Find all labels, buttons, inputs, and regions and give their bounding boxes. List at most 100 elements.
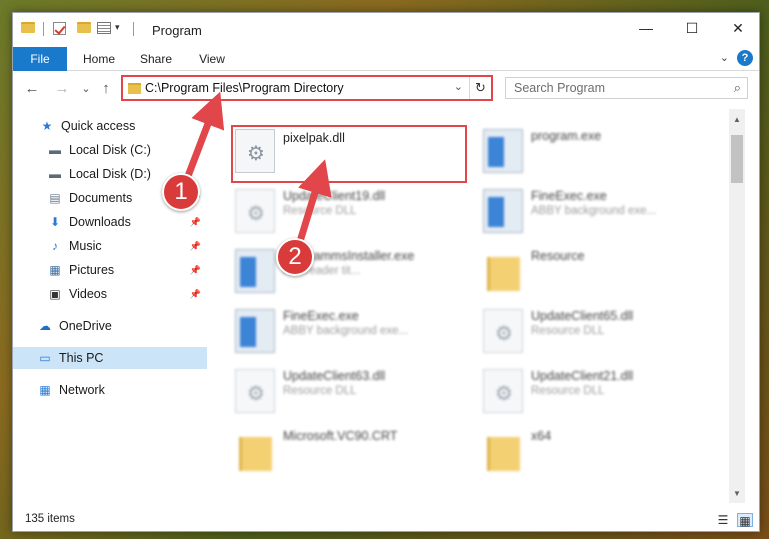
title-bar: ▾ Program — ☐ ✕ [13, 13, 759, 47]
new-folder-icon[interactable] [77, 22, 91, 33]
tab-share[interactable]: Share [133, 47, 179, 71]
file-item[interactable]: UpdateClient21.dll Resource DLL [479, 365, 717, 421]
refresh-button[interactable]: ↻ [469, 77, 491, 99]
cloud-icon: ☁ [39, 319, 51, 333]
dll-file-icon [235, 369, 275, 413]
tab-home[interactable]: Home [77, 47, 121, 71]
file-name: program.exe [531, 129, 602, 143]
sidebar-item-label: Local Disk (D:) [69, 167, 151, 181]
details-view-icon[interactable]: ☰ [715, 513, 731, 527]
address-bar[interactable]: C:\Program Files\Program Directory ⌄ ↻ [121, 75, 493, 101]
file-name: x64 [531, 429, 552, 443]
qa-customize-dropdown[interactable]: ▾ [115, 22, 120, 33]
search-icon[interactable]: ⌕ [734, 80, 741, 96]
sidebar-item-label: Music [69, 239, 102, 253]
file-name: UpdateClient63.dll [283, 369, 386, 383]
exe-file-icon [483, 189, 523, 233]
network-icon: ▦ [39, 383, 51, 397]
large-icons-view-icon[interactable]: ▦ [737, 513, 753, 528]
recent-locations-button[interactable]: ⌄ [75, 77, 97, 99]
file-item[interactable]: x64 [479, 425, 717, 481]
sidebar-item-videos[interactable]: ▣ Videos 📌 [13, 283, 207, 305]
explorer-window: ▾ Program — ☐ ✕ File Home Share View ⌄ ?… [12, 12, 760, 532]
file-description: Resource DLL [531, 385, 605, 397]
sidebar-item-quick-access[interactable]: ★ Quick access [13, 115, 207, 137]
sidebar-item-label: Downloads [69, 215, 131, 229]
computer-icon: ▭ [39, 351, 51, 365]
video-icon: ▣ [49, 287, 61, 301]
forward-button[interactable]: → [51, 77, 73, 99]
step-badge-2: 2 [276, 238, 314, 276]
file-item[interactable]: UpdateClient65.dll Resource DLL [479, 305, 717, 361]
back-button[interactable]: ← [21, 77, 43, 99]
close-button[interactable]: ✕ [715, 13, 761, 43]
sidebar-item-local-disk-c[interactable]: ▬ Local Disk (C:) [13, 139, 207, 161]
up-button[interactable]: ↑ [95, 77, 117, 99]
sidebar-item-label: Network [59, 383, 105, 397]
address-dropdown-icon[interactable]: ⌄ [454, 80, 463, 93]
file-description: ABBY background exe... [283, 325, 409, 337]
vertical-scrollbar[interactable]: ▲ ▼ [729, 109, 745, 503]
sidebar-item-label: Documents [69, 191, 133, 205]
help-icon[interactable]: ? [737, 50, 753, 66]
file-item[interactable]: FineExec.exe ABBY background exe... [231, 305, 469, 361]
ribbon-expand-icon[interactable]: ⌄ [720, 51, 729, 64]
scroll-down-icon[interactable]: ▼ [733, 489, 741, 498]
file-item[interactable]: UpdateClient63.dll Resource DLL [231, 365, 469, 421]
scroll-up-icon[interactable]: ▲ [733, 115, 741, 124]
sidebar-item-music[interactable]: ♪ Music 📌 [13, 235, 207, 257]
file-name: Resource [531, 249, 585, 263]
folder-icon [235, 429, 275, 473]
scroll-thumb[interactable] [731, 135, 743, 183]
music-icon: ♪ [52, 239, 58, 253]
address-path[interactable]: C:\Program Files\Program Directory [145, 81, 344, 95]
dll-file-icon [483, 369, 523, 413]
file-item[interactable]: ProgrammsInstaller.exe Finereader tit... [231, 245, 469, 301]
folder-icon [483, 429, 523, 473]
navigation-pane: ★ Quick access ▬ Local Disk (C:) ▬ Local… [13, 109, 209, 503]
properties-icon[interactable] [97, 22, 111, 34]
file-description: Resource DLL [283, 205, 357, 217]
sidebar-item-this-pc[interactable]: ▭ This PC [13, 347, 207, 369]
documents-icon: ▤ [49, 191, 61, 205]
file-item[interactable]: FineExec.exe ABBY background exe... [479, 185, 717, 241]
sidebar-item-network[interactable]: ▦ Network [13, 379, 207, 401]
star-icon: ★ [41, 119, 53, 133]
pin-icon[interactable]: 📌 [190, 265, 201, 276]
search-box[interactable]: ⌕ [505, 77, 748, 99]
drive-icon: ▬ [49, 143, 61, 157]
file-list: pixelpak.dll program.exe UpdateClient19.… [209, 109, 745, 503]
sidebar-item-onedrive[interactable]: ☁ OneDrive [13, 315, 207, 337]
file-name: Microsoft.VC90.CRT [283, 429, 398, 443]
sidebar-item-pictures[interactable]: ▦ Pictures 📌 [13, 259, 207, 281]
search-input[interactable] [506, 78, 716, 98]
tab-view[interactable]: View [191, 47, 233, 71]
qa-separator [43, 22, 44, 36]
file-name: FineExec.exe [531, 189, 607, 203]
window-title: Program [152, 23, 202, 38]
tab-file[interactable]: File [13, 47, 67, 71]
sidebar-item-label: Pictures [69, 263, 115, 277]
pin-icon[interactable]: 📌 [190, 241, 201, 252]
sidebar-item-downloads[interactable]: ⬇ Downloads 📌 [13, 211, 207, 233]
pin-icon[interactable]: 📌 [190, 289, 201, 300]
pictures-icon: ▦ [49, 263, 61, 277]
file-description: ABBY background exe... [531, 205, 657, 217]
navigation-bar: ← → ⌄ ↑ C:\Program Files\Program Directo… [13, 71, 759, 105]
dll-file-icon [235, 189, 275, 233]
file-item[interactable]: Microsoft.VC90.CRT [231, 425, 469, 481]
sidebar-item-label: Videos [69, 287, 107, 301]
minimize-button[interactable]: — [623, 13, 669, 43]
folder-icon [483, 249, 523, 293]
maximize-button[interactable]: ☐ [669, 13, 715, 43]
file-name: UpdateClient65.dll [531, 309, 634, 323]
file-item[interactable]: program.exe [479, 125, 717, 181]
pin-icon[interactable]: 📌 [190, 217, 201, 228]
title-separator [133, 22, 134, 36]
drive-icon: ▬ [49, 167, 61, 181]
file-item[interactable]: Resource [479, 245, 717, 301]
properties-check-icon[interactable] [53, 22, 66, 35]
file-name: FineExec.exe [283, 309, 359, 323]
file-item[interactable]: UpdateClient19.dll Resource DLL [231, 185, 469, 241]
exe-file-icon [483, 129, 523, 173]
